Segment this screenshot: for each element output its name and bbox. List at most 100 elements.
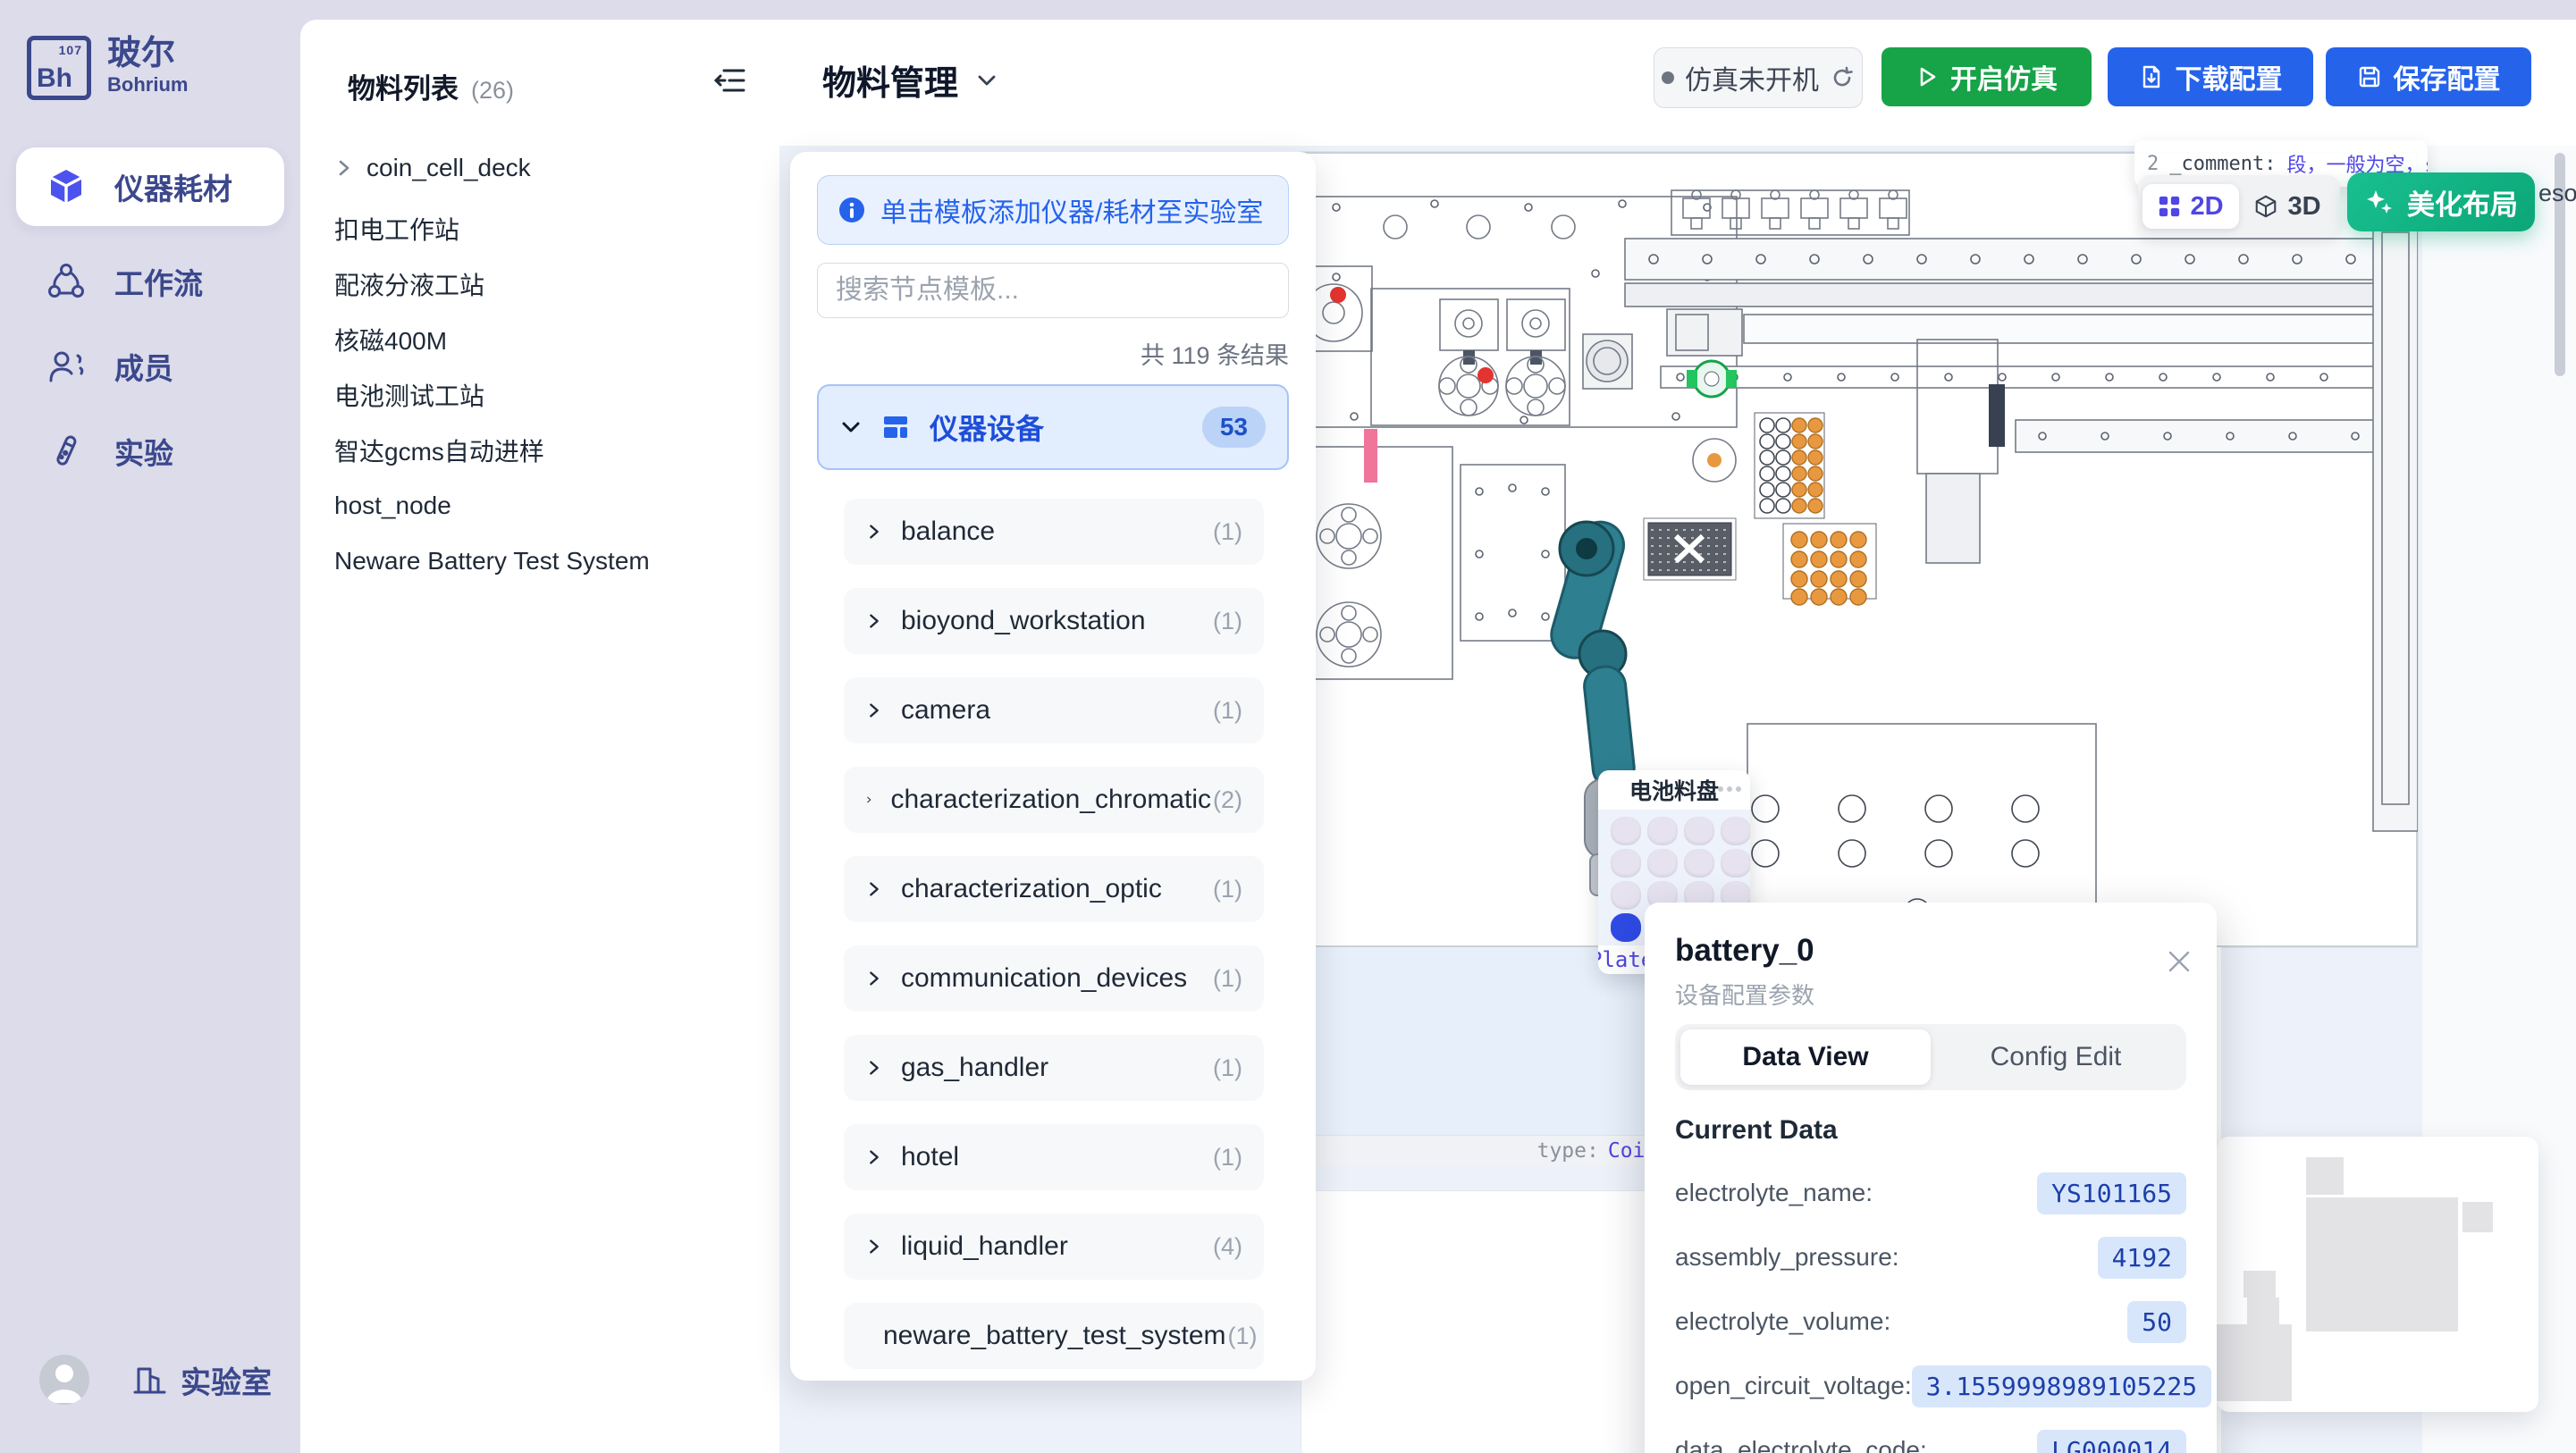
tooltip-key: _comment: bbox=[2169, 153, 2276, 175]
template-item-characterization-optic[interactable]: characterization_optic (1) bbox=[844, 856, 1264, 922]
sidebar-footer: 实验室 bbox=[0, 1335, 300, 1424]
template-item-balance[interactable]: balance (1) bbox=[844, 499, 1264, 565]
material-item[interactable]: 智达gcms自动进样 bbox=[334, 430, 745, 471]
material-item[interactable]: 核磁400M bbox=[334, 319, 745, 360]
template-item-label: neware_battery_test_system bbox=[883, 1321, 1226, 1351]
tray-slot[interactable] bbox=[1647, 849, 1678, 878]
tray-slot[interactable] bbox=[1647, 817, 1678, 845]
material-item[interactable]: 扣电工作站 bbox=[334, 208, 745, 249]
brand-logo: 107 Bh 玻尔 Bohrium bbox=[27, 36, 188, 100]
template-item-count: (1) bbox=[1213, 1054, 1242, 1082]
material-item-label: 核磁400M bbox=[334, 322, 447, 357]
material-item-label: 电池测试工站 bbox=[334, 377, 484, 413]
tray-slot-selected[interactable] bbox=[1611, 913, 1641, 942]
popup-title: battery_0 bbox=[1675, 933, 1814, 969]
download-file-icon bbox=[2139, 64, 2164, 89]
popup-subtitle: 设备配置参数 bbox=[1675, 978, 1814, 1011]
data-field-row: electrolyte_name: YS101165 bbox=[1675, 1171, 2186, 1215]
tray-slot[interactable] bbox=[1611, 881, 1641, 910]
members-icon bbox=[46, 347, 86, 386]
field-label: open_circuit_voltage: bbox=[1675, 1372, 1912, 1400]
template-item-hotel[interactable]: hotel (1) bbox=[844, 1124, 1264, 1190]
template-item-neware-battery-test-system[interactable]: neware_battery_test_system (1) bbox=[844, 1303, 1264, 1369]
lab-entry[interactable]: 实验室 bbox=[132, 1358, 272, 1402]
tab-data-view[interactable]: Data View bbox=[1680, 1029, 1931, 1085]
material-item-label: 智达gcms自动进样 bbox=[334, 433, 544, 468]
chevron-right-icon bbox=[865, 701, 883, 719]
beautify-layout-label: 美化布局 bbox=[2407, 182, 2518, 223]
start-simulation-label: 开启仿真 bbox=[1950, 57, 2058, 97]
clipped-canvas-text: esou bbox=[2538, 180, 2576, 207]
template-item-label: characterization_optic bbox=[901, 874, 1162, 904]
minimap[interactable] bbox=[2217, 1137, 2538, 1412]
category-instrument-devices[interactable]: 仪器设备 53 bbox=[817, 384, 1289, 470]
tray-slot[interactable] bbox=[1721, 817, 1750, 845]
view-2d-button[interactable]: 2D bbox=[2142, 184, 2239, 229]
tray-slot[interactable] bbox=[1721, 849, 1750, 878]
simulation-status[interactable]: 仿真未开机 bbox=[1654, 47, 1863, 108]
sidebar-item-experiments[interactable]: 实验 bbox=[16, 412, 284, 491]
search-input[interactable] bbox=[817, 263, 1289, 318]
save-config-button[interactable]: 保存配置 bbox=[2326, 47, 2531, 106]
test-tube-icon bbox=[46, 432, 86, 471]
field-label: electrolyte_name: bbox=[1675, 1179, 1873, 1207]
template-item-label: gas_handler bbox=[901, 1053, 1048, 1083]
data-field-row: data_electrolyte_code: LG000014 bbox=[1675, 1428, 2186, 1453]
workflow-icon bbox=[46, 262, 86, 301]
template-item-label: hotel bbox=[901, 1142, 959, 1172]
template-item-liquid-handler[interactable]: liquid_handler (4) bbox=[844, 1214, 1264, 1280]
template-item-camera[interactable]: camera (1) bbox=[844, 677, 1264, 743]
grid-2d-icon bbox=[2158, 195, 2181, 218]
material-item-label: coin_cell_deck bbox=[366, 154, 531, 182]
close-icon[interactable] bbox=[2167, 949, 2192, 974]
save-icon bbox=[2357, 64, 2382, 89]
materials-title: 物料列表 bbox=[348, 66, 459, 106]
battery-tray-title: 电池料盘 bbox=[1629, 774, 1719, 806]
template-item-bioyond-workstation[interactable]: bioyond_workstation (1) bbox=[844, 588, 1264, 654]
template-item-label: liquid_handler bbox=[901, 1231, 1068, 1262]
template-item-count: (1) bbox=[1213, 876, 1242, 903]
material-item[interactable]: 配液分液工站 bbox=[334, 264, 745, 305]
material-item[interactable]: 电池测试工站 bbox=[334, 374, 745, 416]
material-item[interactable]: Neware Battery Test System bbox=[334, 541, 745, 582]
template-item-gas-handler[interactable]: gas_handler (1) bbox=[844, 1035, 1264, 1101]
tooltip-prefix: 2 bbox=[2147, 153, 2159, 175]
chevron-right-icon bbox=[865, 612, 883, 630]
collapse-panel-icon[interactable] bbox=[713, 63, 749, 98]
field-value: 3.1559998989105225 bbox=[1912, 1365, 2211, 1407]
template-item-characterization-chromatic[interactable]: characterization_chromatic (2) bbox=[844, 767, 1264, 833]
tray-slot[interactable] bbox=[1611, 849, 1641, 878]
page-title-dropdown[interactable]: 物料管理 bbox=[822, 55, 999, 105]
refresh-icon[interactable] bbox=[1830, 65, 1855, 90]
start-simulation-button[interactable]: 开启仿真 bbox=[1881, 47, 2092, 106]
more-icon[interactable] bbox=[1718, 786, 1741, 792]
sidebar-item-workflow[interactable]: 工作流 bbox=[16, 242, 284, 321]
chevron-right-icon bbox=[865, 1059, 883, 1077]
logo-element-symbol: Bh bbox=[37, 63, 72, 94]
material-item[interactable]: coin_cell_deck bbox=[334, 147, 745, 189]
tray-slot[interactable] bbox=[1611, 817, 1641, 845]
template-item-count: (1) bbox=[1213, 697, 1242, 725]
material-item[interactable]: host_node bbox=[334, 485, 745, 526]
brand-name-en: Bohrium bbox=[107, 73, 188, 97]
sidebar-item-members[interactable]: 成员 bbox=[16, 327, 284, 406]
template-item-communication-devices[interactable]: communication_devices (1) bbox=[844, 945, 1264, 1012]
avatar[interactable] bbox=[39, 1355, 89, 1405]
data-field-row: assembly_pressure: 4192 bbox=[1675, 1235, 2186, 1280]
current-data-heading: Current Data bbox=[1675, 1115, 1838, 1146]
sidebar-item-instruments[interactable]: 仪器耗材 bbox=[16, 147, 284, 226]
download-config-button[interactable]: 下载配置 bbox=[2108, 47, 2313, 106]
view-3d-button[interactable]: 3D bbox=[2239, 184, 2336, 229]
node-type-key: type: bbox=[1537, 1139, 1599, 1163]
beautify-layout-button[interactable]: 美化布局 bbox=[2347, 172, 2535, 231]
material-item-label: 扣电工作站 bbox=[334, 211, 459, 247]
sidebar-item-label: 工作流 bbox=[114, 260, 203, 303]
tray-slot[interactable] bbox=[1684, 849, 1714, 878]
chevron-right-icon bbox=[334, 158, 354, 178]
download-config-label: 下载配置 bbox=[2176, 57, 2283, 97]
field-value: YS101165 bbox=[2037, 1172, 2186, 1214]
hint-banner-text: 单击模板添加仪器/耗材至实验室 bbox=[880, 190, 1263, 230]
tab-config-edit[interactable]: Config Edit bbox=[1931, 1029, 2181, 1085]
tray-slot[interactable] bbox=[1684, 817, 1714, 845]
template-item-label: communication_devices bbox=[901, 963, 1187, 994]
